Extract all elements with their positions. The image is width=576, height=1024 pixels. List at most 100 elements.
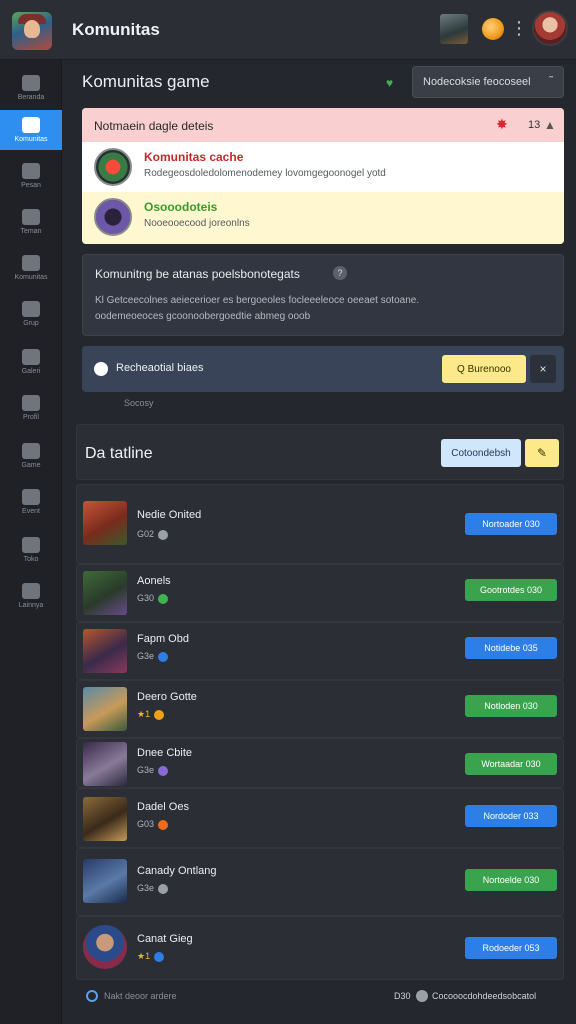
player-row[interactable]: Dadel Oes G03 Nordoder 033 xyxy=(76,788,564,848)
info-title: Komunitng be atanas poelsbonotegats xyxy=(95,267,300,281)
player-name: Fapm Obd xyxy=(137,633,189,645)
alert-item-title: Komunitas cache xyxy=(144,150,244,164)
player-name: Deero Gotte xyxy=(137,691,197,703)
alert-count: 13 xyxy=(528,119,541,131)
chat-icon xyxy=(22,117,40,133)
player-row[interactable]: Deero Gotte ★1 Notloden 030 xyxy=(76,680,564,738)
page-title: Komunitas game xyxy=(82,72,210,91)
filter-note: Socosy xyxy=(124,398,154,408)
alert-title: Notmaein dagle deteis xyxy=(94,119,214,133)
app-logo[interactable] xyxy=(12,12,52,50)
info-card: Komunitng be atanas poelsbonotegats ? Kl… xyxy=(82,254,564,336)
sidebar-item-5[interactable]: Grup xyxy=(0,294,62,334)
player-row[interactable]: Dnee Cbite G3e Wortaadar 030 xyxy=(76,738,564,788)
player-meta: ★1 xyxy=(137,951,165,962)
player-avatar xyxy=(83,687,127,731)
player-meta: G02 xyxy=(137,529,169,540)
sidebar-item-7[interactable]: Profil xyxy=(0,388,62,428)
player-action-button[interactable]: Nordoder 033 xyxy=(465,805,557,827)
community-icon xyxy=(22,255,40,271)
more-icon xyxy=(22,583,40,599)
player-action-button[interactable]: Notloden 030 xyxy=(465,695,557,717)
group-icon xyxy=(22,301,40,317)
player-action-button[interactable]: Rodoeder 053 xyxy=(465,937,557,959)
sidebar-item-6[interactable]: Galeri xyxy=(0,342,62,382)
player-meta: G30 xyxy=(137,593,169,604)
player-action-button[interactable]: Nortoelde 030 xyxy=(465,869,557,891)
alert-item-subtitle: Rodegeosdoledolomenodemey lovomgegoonoge… xyxy=(144,168,386,179)
player-meta: G3e xyxy=(137,883,169,894)
alert-item-title: Osooodoteis xyxy=(144,200,218,214)
player-action-button[interactable]: Nortoader 030 xyxy=(465,513,557,535)
list-header: Da tatline Cotoondebsh ✎ xyxy=(76,424,564,480)
player-avatar xyxy=(83,925,127,969)
sidebar-item-9[interactable]: Event xyxy=(0,482,62,522)
player-name: Aonels xyxy=(137,575,171,587)
sidebar-item-3[interactable]: Teman xyxy=(0,202,62,242)
player-action-button[interactable]: Notidebe 035 xyxy=(465,637,557,659)
player-row[interactable]: Aonels G30 Gootrotdes 030 xyxy=(76,564,564,622)
help-icon[interactable]: ? xyxy=(333,266,347,280)
online-status-icon: ♥ xyxy=(386,76,394,90)
friends-icon xyxy=(22,209,40,225)
store-icon xyxy=(22,537,40,553)
sidebar-item-0[interactable]: Beranda xyxy=(0,68,62,108)
player-meta: G3e xyxy=(137,765,169,776)
coin-icon[interactable] xyxy=(482,18,504,40)
footer: Nakt deoor ardere D30 Cocooocdohdeedsobc… xyxy=(76,984,564,1010)
sidebar: Beranda Komunitas Pesan Teman Komunitas … xyxy=(0,60,62,1024)
player-meta: G03 xyxy=(137,819,169,830)
info-text: oodemeoeoces gcoonoobergoedtie abmeg ooo… xyxy=(95,311,311,322)
edit-button[interactable]: ✎ xyxy=(525,439,559,467)
player-avatar xyxy=(83,629,127,673)
event-icon xyxy=(22,489,40,505)
player-avatar xyxy=(83,571,127,615)
app-title: Komunitas xyxy=(72,20,160,39)
sidebar-item-2[interactable]: Pesan xyxy=(0,156,62,196)
alert-avatar xyxy=(94,148,132,186)
more-menu-icon[interactable]: ⋮ xyxy=(510,18,528,38)
filter-icon xyxy=(94,362,108,376)
player-action-button[interactable]: Gootrotdes 030 xyxy=(465,579,557,601)
player-row[interactable]: Fapm Obd G3e Notidebe 035 xyxy=(76,622,564,680)
alert-item[interactable]: Komunitas cache Rodegeosdoledolomenodeme… xyxy=(82,142,564,192)
filter-bar: Recheaotial biaes Q Burenooo × xyxy=(82,346,564,392)
status-icon xyxy=(416,990,428,1002)
sidebar-item-8[interactable]: Game xyxy=(0,436,62,476)
alert-card: Notmaein dagle deteis ✸ 13 ▲ Komunitas c… xyxy=(82,108,564,244)
flag-icon[interactable]: ✸ xyxy=(496,116,508,133)
player-name: Canat Gieg xyxy=(137,933,193,945)
player-row[interactable]: Canat Gieg ★1 Rodoeder 053 xyxy=(76,916,564,980)
sort-dropdown[interactable]: Nodecoksie feocoseel ˜ xyxy=(412,66,564,98)
player-row[interactable]: Canady Ontlang G3e Nortoelde 030 xyxy=(76,848,564,916)
alert-header: Notmaein dagle deteis ✸ 13 ▲ xyxy=(82,108,564,142)
top-bar: Komunitas ⋮ xyxy=(0,0,576,60)
info-text: Kl Getceecolnes aeiecerioer es bergoeole… xyxy=(95,295,420,306)
sidebar-item-10[interactable]: Toko xyxy=(0,530,62,570)
footer-count: D30 xyxy=(394,991,411,1001)
player-avatar xyxy=(83,742,127,786)
list-title: Da tatline xyxy=(85,445,153,462)
alert-item-subtitle: Nooeooecood joreonlns xyxy=(144,218,250,229)
search-button[interactable]: Q Burenooo xyxy=(442,355,526,383)
player-row[interactable]: Nedie Onited G02 Nortoader 030 xyxy=(76,484,564,564)
sidebar-item-1[interactable]: Komunitas xyxy=(0,110,62,150)
filter-label: Recheaotial biaes xyxy=(116,362,204,374)
sidebar-item-11[interactable]: Lainnya xyxy=(0,576,62,616)
player-name: Dnee Cbite xyxy=(137,747,193,759)
list-action-button[interactable]: Cotoondebsh xyxy=(441,439,521,467)
close-button[interactable]: × xyxy=(530,355,556,383)
user-avatar[interactable] xyxy=(532,10,568,46)
player-action-button[interactable]: Wortaadar 030 xyxy=(465,753,557,775)
mail-icon xyxy=(22,163,40,179)
footer-link[interactable]: Cocooocdohdeedsobcatol xyxy=(432,991,536,1001)
chevron-down-icon: ˜ xyxy=(549,75,553,87)
pin-icon[interactable]: ▲ xyxy=(544,118,556,132)
alert-avatar xyxy=(94,198,132,236)
character-avatar-icon[interactable] xyxy=(440,14,468,44)
sidebar-item-4[interactable]: Komunitas xyxy=(0,248,62,288)
player-avatar xyxy=(83,797,127,841)
alert-item[interactable]: Osooodoteis Nooeooecood joreonlns xyxy=(82,192,564,244)
player-meta: G3e xyxy=(137,651,169,662)
footer-left-text: Nakt deoor ardere xyxy=(104,991,177,1001)
